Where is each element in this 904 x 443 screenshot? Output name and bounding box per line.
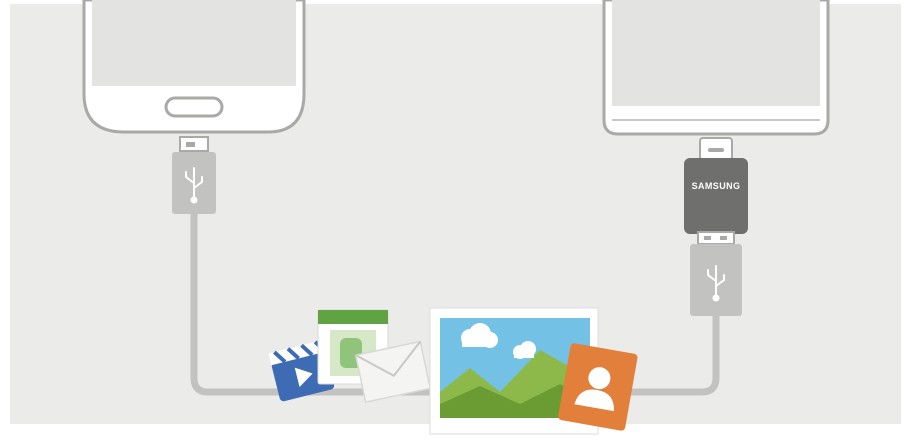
home-button	[164, 96, 224, 118]
new-phone-screen	[612, 0, 820, 106]
contact-icon	[558, 343, 638, 431]
samsung-adapter-body	[684, 158, 748, 234]
otg-adapter: SAMSUNG	[684, 137, 748, 316]
old-phone	[82, 0, 306, 134]
new-phone	[602, 0, 830, 136]
old-phone-screen	[92, 0, 296, 86]
adapter-brand-label: SAMSUNG	[692, 181, 741, 191]
phone-transfer-illustration: SAMSUNG	[10, 0, 901, 435]
